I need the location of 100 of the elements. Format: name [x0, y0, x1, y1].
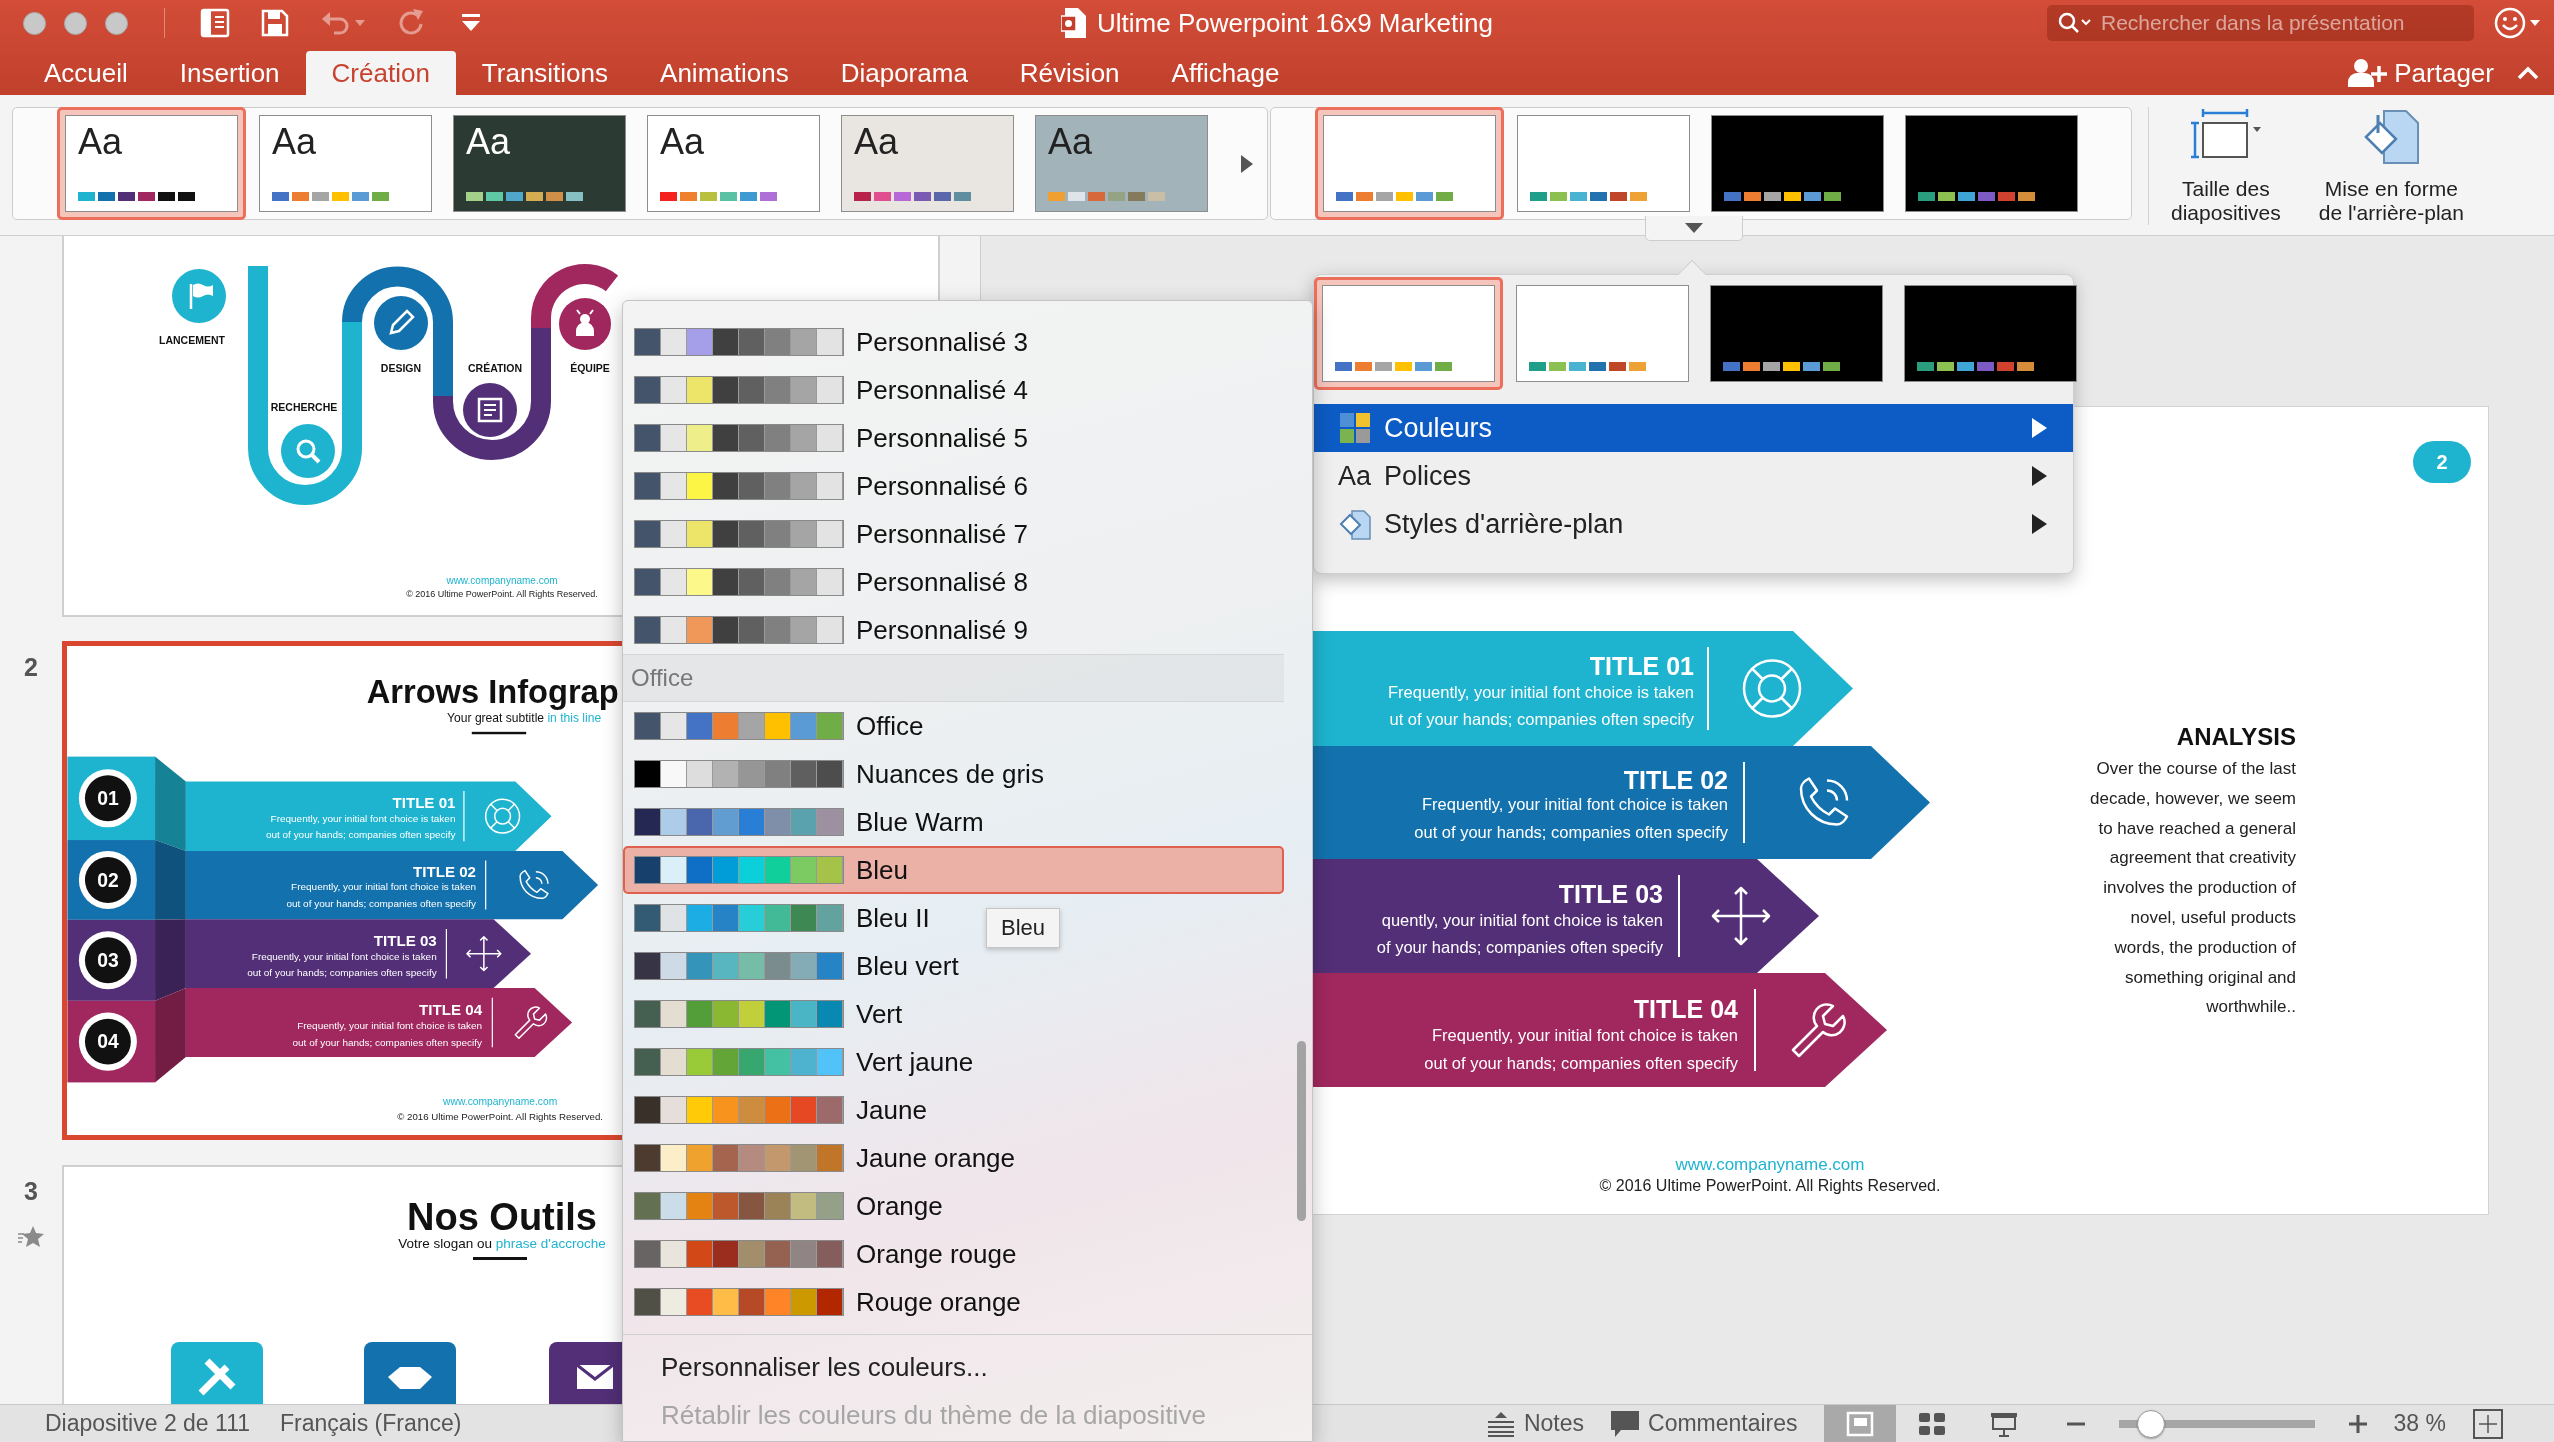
- copyright-text: © 2016 Ultime PowerPoint. All Rights Reserved.: [406, 589, 598, 599]
- window-title: Ultime Powerpoint 16x9 Marketing: [1097, 6, 1493, 40]
- color-scheme-item[interactable]: Bleu: [623, 846, 1284, 894]
- smiley-icon[interactable]: [2494, 6, 2542, 40]
- theme-thumbnail[interactable]: Aa: [639, 107, 828, 220]
- color-scheme-item[interactable]: Office: [623, 702, 1284, 750]
- color-scheme-item[interactable]: Rouge orange: [623, 1278, 1284, 1326]
- document-icon: [463, 383, 517, 437]
- lifebuoy-icon: [484, 798, 521, 834]
- color-scheme-item[interactable]: Blue Warm: [623, 798, 1284, 846]
- ribbon-tab[interactable]: Création: [305, 51, 456, 95]
- arrow-description: Frequently, your initial font choice is taken ut of your hands; companies often specify: [1388, 683, 1694, 728]
- ribbon-tab[interactable]: Animations: [634, 51, 815, 95]
- zoom-in-icon[interactable]: [2347, 1413, 2368, 1434]
- website-text: www.companyname.com: [446, 575, 558, 586]
- background-format-button[interactable]: Mise en forme de l'arrière-plan: [2312, 107, 2470, 226]
- flag-icon: [172, 269, 226, 323]
- analysis-title: ANALYSIS: [2176, 723, 2296, 750]
- website-text: www.companyname.com: [1675, 1155, 1865, 1174]
- arrow-title: TITLE 01: [392, 794, 456, 811]
- arrow-title: TITLE 04: [1633, 995, 1738, 1023]
- arrow-description: Frequently, your initial font choice is taken out of your hands; companies often specify: [247, 950, 437, 979]
- menu-item[interactable]: Personnaliser les couleurs...: [623, 1343, 1312, 1391]
- wrench-icon: [514, 1006, 548, 1040]
- move-icon: [1711, 886, 1771, 946]
- collapse-icon[interactable]: [2516, 65, 2540, 81]
- arrow-title: TITLE 02: [413, 862, 476, 880]
- ribbon-tab[interactable]: Insertion: [153, 51, 306, 95]
- color-scheme-item[interactable]: Orange rouge: [623, 1230, 1284, 1278]
- ribbon-tab[interactable]: Diaporama: [814, 51, 994, 95]
- arrow-title: TITLE 04: [419, 1001, 483, 1019]
- color-scheme-item[interactable]: Jaune orange: [623, 1134, 1284, 1182]
- sorter-view-icon: [1917, 1410, 1946, 1437]
- color-scheme-item[interactable]: Vert: [623, 990, 1284, 1038]
- submenu-arrow-icon: [2032, 418, 2047, 438]
- color-scheme-item[interactable]: Nuances de gris: [623, 750, 1284, 798]
- analysis-paragraph: Over the course of the last decade, however, we seem to have reached a general agreement that creativity involves the production of novel, useful products words, the production of something original and worthwhile..: [2090, 759, 2296, 1017]
- window-control-button[interactable]: [105, 11, 128, 35]
- copyright-text: © 2016 Ultime PowerPoint. All Rights Reserved.: [397, 1110, 604, 1122]
- arrow-title: TITLE 03: [1558, 880, 1663, 908]
- arrow-title: TITLE 03: [373, 931, 437, 949]
- color-grid-icon: [1338, 411, 1372, 445]
- window-control-button[interactable]: [23, 11, 46, 35]
- arrow-description: Frequently, your initial font choice is taken out of your hands; companies often specify: [292, 1020, 483, 1049]
- menu-item[interactable]: Styles d'arrière-plan: [1314, 500, 2073, 548]
- theme-thumbnail[interactable]: Aa: [1027, 107, 1216, 220]
- slide-size-button[interactable]: Taille des diapositives: [2165, 107, 2287, 226]
- slider-thumb[interactable]: [2137, 1409, 2166, 1438]
- slide-number-badge: 2: [2413, 441, 2471, 483]
- font-icon: Aa: [1338, 455, 1372, 497]
- ribbon-tab[interactable]: Révision: [993, 51, 1146, 95]
- ribbon-tab[interactable]: Transitions: [455, 51, 635, 95]
- slide-title: Arrows Infograp: [366, 673, 619, 711]
- gallery-expand-button[interactable]: [1645, 216, 1743, 241]
- notes-button[interactable]: Notes: [1485, 1406, 1584, 1441]
- presenter-view-icon: [1989, 1410, 2018, 1437]
- ribbon-tab[interactable]: Accueil: [18, 51, 154, 95]
- scroll-right-icon[interactable]: [1239, 152, 1255, 175]
- person-add-icon: [2348, 58, 2389, 88]
- scrollbar[interactable]: [1297, 1041, 1306, 1221]
- slide-subtitle: Votre slogan ou phrase d'accroche: [398, 1236, 606, 1251]
- save-icon[interactable]: [259, 7, 291, 39]
- submenu-arrow-icon: [2032, 466, 2047, 486]
- arrow-description: quently, your initial font choice is taken of your hands; companies often specify: [1376, 911, 1663, 956]
- comments-button[interactable]: Commentaires: [1610, 1406, 1798, 1441]
- share-button[interactable]: Partager: [2348, 53, 2494, 93]
- slide-subtitle: Your great subtitle in this line: [447, 711, 602, 726]
- menu-item[interactable]: Couleurs: [1314, 404, 2073, 452]
- step-label: CRÉATION: [467, 362, 523, 374]
- color-scheme-item[interactable]: Jaune: [623, 1086, 1284, 1134]
- step-label: DESIGN: [380, 362, 422, 374]
- fit-to-window-icon[interactable]: [2472, 1407, 2504, 1440]
- slide-counter: Diapositive 2 de 111: [45, 1409, 250, 1439]
- search-icon: [2057, 11, 2091, 35]
- theme-thumbnail[interactable]: Aa: [833, 107, 1022, 220]
- color-scheme-item[interactable]: Orange: [623, 1182, 1284, 1230]
- paint-bucket-icon: [1338, 507, 1372, 541]
- theme-sample-text: Aa: [78, 124, 124, 160]
- theme-thumbnail[interactable]: Aa: [57, 107, 246, 220]
- presentation-file-icon: [1061, 7, 1087, 39]
- arrow-description: Frequently, your initial font choice is taken out of your hands; companies often specify: [265, 812, 456, 841]
- normal-view-icon: [1845, 1410, 1874, 1437]
- phone-icon: [1799, 777, 1849, 826]
- tools-icon: [171, 1342, 263, 1404]
- theme-thumbnail[interactable]: Aa: [251, 107, 440, 220]
- theme-sample-text: Aa: [272, 124, 318, 160]
- menu-item[interactable]: Aa Polices: [1314, 452, 2073, 500]
- sidebar-icon[interactable]: [199, 7, 231, 39]
- theme-thumbnail[interactable]: Aa: [445, 107, 634, 220]
- ribbon-tab[interactable]: Affichage: [1145, 51, 1306, 95]
- window-control-button[interactable]: [64, 11, 87, 35]
- search-field[interactable]: Rechercher dans la présentation: [2047, 5, 2474, 41]
- theme-sample-text: Aa: [660, 124, 706, 160]
- variant-thumbnail[interactable]: [1315, 107, 1504, 220]
- color-scheme-item[interactable]: Vert jaune: [623, 1038, 1284, 1086]
- wrench-icon: [1791, 1003, 1846, 1058]
- variant-thumbnail[interactable]: [1314, 277, 1503, 390]
- arrow-title: TITLE 02: [1623, 766, 1728, 794]
- arrow-title: TITLE 01: [1589, 652, 1694, 680]
- pencil-icon: [374, 296, 428, 350]
